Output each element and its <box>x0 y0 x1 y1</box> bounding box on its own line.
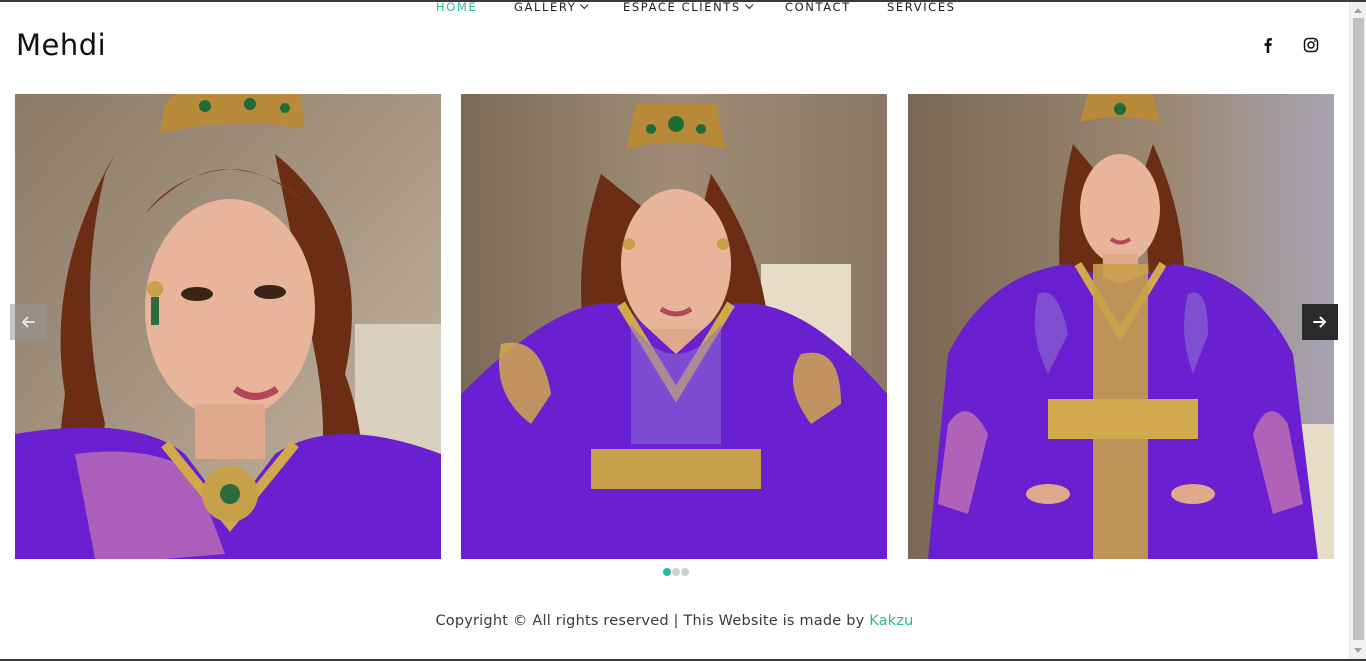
scroll-up-icon[interactable] <box>1354 8 1362 13</box>
carousel-dot-2[interactable] <box>672 568 680 576</box>
carousel-dot-3[interactable] <box>681 568 689 576</box>
footer-copyright-text: Copyright © All rights reserved | This W… <box>435 613 870 629</box>
nav-item-label: ESPACE CLIENTS <box>623 0 741 14</box>
slide-image-mid-portrait <box>461 94 887 559</box>
nav-item-label: HOME <box>436 0 478 14</box>
nav-item-home[interactable]: HOME <box>436 0 477 14</box>
chevron-down-icon <box>580 0 589 10</box>
facebook-icon[interactable] <box>1261 37 1275 53</box>
nav-item-label: GALLERY <box>514 0 577 14</box>
nav-item-label: CONTACT <box>785 0 851 14</box>
nav-item-contact[interactable]: CONTACT <box>785 0 851 14</box>
nav-item-gallery[interactable]: GALLERY <box>514 0 589 14</box>
footer-author-link[interactable]: Kakzu <box>869 613 913 629</box>
site-logo[interactable]: Mehdi <box>16 28 106 62</box>
slide-image-portrait <box>15 94 441 559</box>
instagram-icon[interactable] <box>1303 37 1319 53</box>
carousel-prev-button[interactable] <box>10 304 46 340</box>
scrollbar-thumb[interactable] <box>1353 18 1364 640</box>
scroll-down-icon[interactable] <box>1354 648 1362 653</box>
carousel-dots <box>663 568 689 576</box>
arrow-right-icon <box>1313 316 1326 328</box>
carousel-slide-2[interactable] <box>461 94 887 559</box>
slide-image-full-portrait <box>908 94 1334 559</box>
nav-item-services[interactable]: SERVICES <box>887 0 956 14</box>
carousel-slide-1[interactable] <box>15 94 441 559</box>
nav-item-label: SERVICES <box>887 0 956 14</box>
vertical-scrollbar[interactable] <box>1349 2 1366 659</box>
chevron-down-icon <box>744 0 754 10</box>
footer: Copyright © All rights reserved | This W… <box>0 613 1349 629</box>
carousel-dot-1[interactable] <box>663 568 671 576</box>
arrow-left-icon <box>22 316 35 328</box>
carousel-next-button[interactable] <box>1302 304 1338 340</box>
nav-item-espace-clients[interactable]: ESPACE CLIENTS <box>623 0 754 14</box>
carousel-slide-3[interactable] <box>908 94 1334 559</box>
